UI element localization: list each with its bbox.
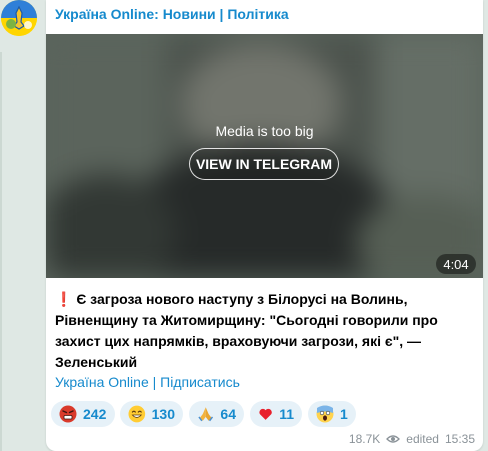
- media-preview[interactable]: Media is too big VIEW IN TELEGRAM 4:04: [46, 34, 483, 278]
- view-in-telegram-button[interactable]: VIEW IN TELEGRAM: [189, 148, 339, 180]
- message-meta: 18.7K edited 15:35: [349, 432, 475, 446]
- post-body: Є загроза нового наступу з Білорусі на В…: [55, 291, 438, 370]
- subscribe-link[interactable]: Україна Online | Підписатись: [55, 374, 240, 390]
- reaction-pray[interactable]: 64: [189, 401, 244, 427]
- exclamation-emoji: ❗: [55, 291, 73, 307]
- reaction-count: 1: [340, 406, 348, 422]
- channel-avatar-image: [1, 0, 37, 36]
- edited-label: edited: [406, 432, 439, 446]
- media-too-big-notice: Media is too big: [215, 123, 314, 139]
- channel-avatar[interactable]: [1, 0, 37, 36]
- folded-hands-icon: [198, 407, 214, 422]
- screaming-face-icon: [316, 405, 334, 423]
- reaction-count: 11: [279, 406, 294, 422]
- reaction-heart[interactable]: 11: [250, 401, 302, 427]
- angry-face-icon: [59, 405, 77, 423]
- red-heart-icon: [259, 408, 272, 420]
- channel-title[interactable]: Україна Online: Новини | Політика: [55, 6, 289, 22]
- grinning-face-icon: [128, 405, 146, 423]
- chat-left-stripe: [0, 52, 2, 451]
- reaction-count: 242: [83, 406, 107, 422]
- reaction-scream[interactable]: 1: [308, 401, 356, 427]
- views-count: 18.7K: [348, 432, 381, 446]
- eye-icon: [386, 435, 401, 443]
- reaction-angry[interactable]: 242: [51, 401, 115, 427]
- post-text: ❗ Є загроза нового наступу з Білорусі на…: [55, 289, 475, 373]
- reaction-grinning[interactable]: 130: [120, 401, 183, 427]
- reaction-count: 64: [220, 406, 236, 422]
- video-duration-badge: 4:04: [436, 254, 476, 274]
- reaction-count: 130: [151, 406, 175, 422]
- message-time: 15:35: [444, 432, 475, 446]
